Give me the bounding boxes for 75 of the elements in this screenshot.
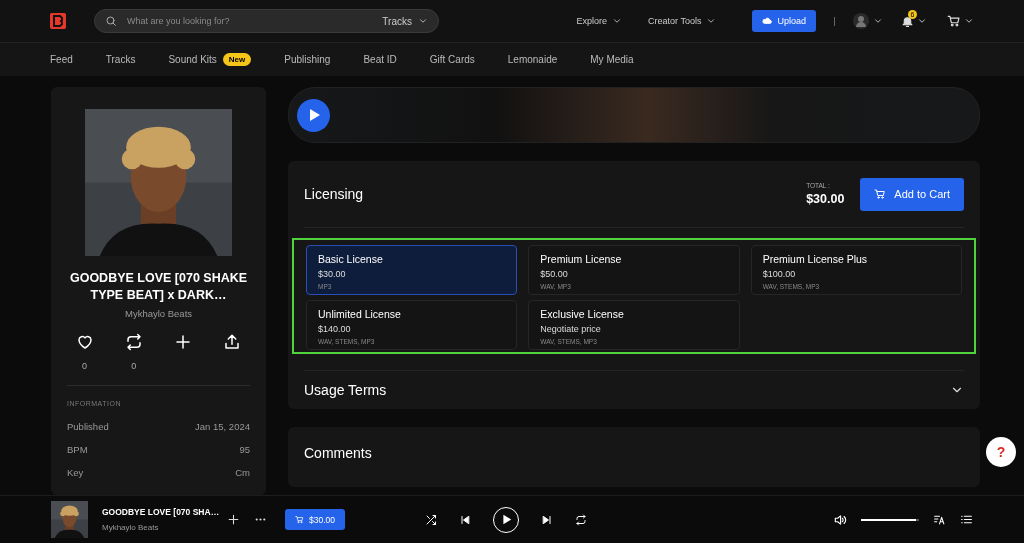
search-field[interactable]: What are you looking for? Tracks [94,9,439,33]
section-title: Comments [304,445,372,461]
nav-tab[interactable]: Publishing [284,54,331,65]
chevron-down-icon [917,16,927,26]
plus-icon[interactable] [174,333,193,351]
nav-tab[interactable]: Tracks [105,54,136,65]
total-price: $30.00 [806,192,845,206]
search-icon [105,15,117,27]
profile-menu[interactable] [853,13,883,29]
nav-tab[interactable]: My Media [590,54,634,65]
info-value: Jan 15, 2024 [195,421,250,432]
cart-menu[interactable] [947,14,974,28]
cart-icon [874,188,887,200]
shuffle-icon[interactable] [425,513,437,526]
avatar-icon [853,13,869,29]
logo-icon[interactable] [50,13,66,29]
waveform-bar[interactable] [288,87,980,143]
license-price: $140.00 [318,324,352,334]
add-button[interactable] [227,513,240,526]
bell-icon [901,14,914,28]
nav-tab[interactable]: Beat ID [363,54,397,65]
license-price: $100.00 [762,269,797,279]
help-button[interactable]: ? [986,437,1016,467]
chevron-down-icon [964,16,974,26]
nav-tab[interactable]: Lemonaide [507,54,558,65]
plus-icon [227,513,240,526]
new-badge: New [222,53,252,66]
chevron-down-icon [706,16,717,26]
queue-icon[interactable] [960,513,973,526]
license-name: Basic License [318,253,384,265]
chevron-down-icon [612,16,623,26]
menu-dropdown[interactable]: Explore [576,16,623,26]
track-title: GOODBYE LOVE [070 SHAKE TYPE BEAT] x DARK… [68,270,249,304]
buy-button[interactable]: $30.00 [285,509,345,530]
cloud-upload-icon [762,16,773,26]
upload-button[interactable]: Upload [752,10,816,32]
chevron-down-icon [418,16,428,26]
nav-tab[interactable]: Sound Kits [168,54,217,65]
search-scope-dropdown[interactable]: Tracks [382,15,428,27]
repeat-icon[interactable] [575,513,587,526]
license-name: Exclusive License [540,308,625,320]
text-size-icon[interactable] [933,513,946,526]
action-count: 0 [131,361,137,371]
license-price: $30.00 [318,269,347,279]
license-name: Premium License Plus [762,253,869,265]
share-icon[interactable] [223,333,242,351]
add-to-cart-button[interactable]: Add to Cart [860,177,964,211]
nav-tab[interactable]: Feed [50,54,73,65]
cart-icon [295,515,304,524]
section-title: Licensing [304,186,364,202]
info-label: BPM [67,444,88,455]
license-price: $50.00 [540,269,569,279]
license-name: Premium License [540,253,623,265]
chevron-down-icon [873,16,883,26]
repost-icon[interactable] [124,333,143,351]
cart-icon [947,14,961,28]
heart-icon[interactable] [75,333,94,351]
previous-icon[interactable] [459,513,471,526]
info-label: Key [67,467,84,478]
artist-name[interactable]: Mykhaylo Beats [102,523,227,532]
play-icon [500,514,512,525]
play-button[interactable] [297,98,330,132]
menu-dropdown[interactable]: Creator Tools [648,16,717,26]
info-value: Cm [235,467,250,478]
license-name: Unlimited License [318,308,402,320]
license-price: Negotiate price [540,324,602,334]
next-icon[interactable] [541,513,553,526]
volume-icon[interactable] [833,512,847,527]
nav-tab[interactable]: Gift Cards [429,54,475,65]
info-value: 95 [239,444,250,455]
action-count: 0 [82,361,87,371]
info-label: Published [67,421,109,432]
track-title: GOODBYE LOVE [070 SHA… [102,507,221,517]
usage-terms-toggle[interactable]: Usage Terms [304,370,964,409]
artist-name[interactable]: Mykhaylo Beats [124,308,193,319]
